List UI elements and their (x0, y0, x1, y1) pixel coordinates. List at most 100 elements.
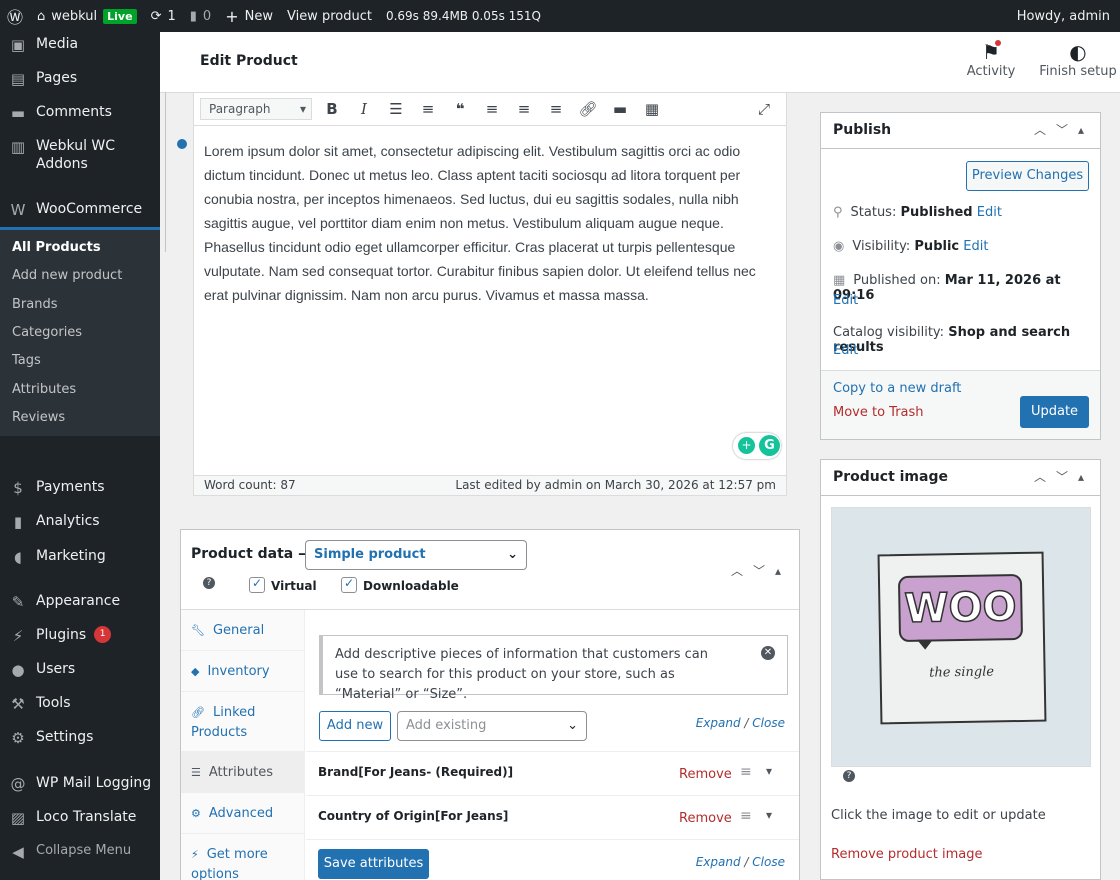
sidebar-item-analytics[interactable]: ▮ Analytics (0, 510, 160, 540)
tab-general[interactable]: 🔧︎ General (181, 610, 305, 651)
edit-catalog-link[interactable]: Edit (833, 343, 858, 358)
attributes-notice: Add descriptive pieces of information th… (319, 635, 788, 702)
bullet-list-icon[interactable]: ☰ (380, 100, 412, 118)
product-image[interactable]: WOO the single (831, 507, 1091, 767)
submenu-item-reviews[interactable]: Reviews (12, 410, 65, 425)
blockquote-icon[interactable]: ❝ (444, 100, 476, 118)
virtual-checkbox[interactable]: Virtual (249, 576, 317, 593)
woo-logo: WOO (897, 573, 1024, 643)
howdy-account[interactable]: Howdy, admin (1010, 0, 1120, 32)
sidebar-item-payments[interactable]: $ Payments (0, 476, 160, 506)
save-attributes-button[interactable]: Save attributes (318, 849, 429, 879)
product-type-select[interactable]: Simple product ⌄ (305, 540, 527, 570)
sidebar-item-wp-mail-logging[interactable]: @ WP Mail Logging (0, 772, 160, 802)
remove-attribute-link[interactable]: Remove (679, 811, 732, 826)
query-monitor[interactable]: 0.69s 89.4MB 0.05s 151Q (379, 0, 548, 32)
sidebar-item-settings[interactable]: ⚙ Settings (0, 726, 160, 756)
downloadable-checkbox[interactable]: Downloadable (341, 576, 459, 593)
edit-status-link[interactable]: Edit (977, 205, 1002, 220)
align-right-icon[interactable]: ≡ (540, 100, 572, 118)
comments-link[interactable]: ▮ 0 (183, 0, 218, 32)
toggle-arrow-icon[interactable]: ▾ (766, 764, 772, 778)
grammarly-widget[interactable]: + G (733, 433, 781, 459)
fullscreen-icon[interactable]: ⤢ (748, 100, 780, 118)
toolbar-toggle-icon[interactable]: ▦ (636, 100, 668, 118)
sidebar-item-plugins[interactable]: ⚡ Plugins 1 (0, 624, 160, 654)
activity-button[interactable]: ⚑ Activity (951, 40, 1031, 79)
format-select[interactable]: Paragraph (200, 98, 312, 120)
sidebar-item-woocommerce[interactable]: W WooCommerce (0, 198, 160, 228)
submenu-item-add-new-product[interactable]: Add new product (12, 268, 122, 283)
checkbox-icon (341, 576, 357, 593)
attribute-row[interactable]: Country of Origin[For Jeans] Remove ≡ ▾ (306, 796, 799, 840)
new-content-link[interactable]: + New (218, 0, 280, 32)
tab-inventory[interactable]: ◆ Inventory (181, 651, 305, 692)
box-controls-icon[interactable]: ︿﹀▴ (1034, 460, 1094, 495)
wordpress-logo-icon[interactable]: Ⓦ (0, 0, 30, 32)
tag-icon: ◆ (191, 665, 200, 678)
sidebar-item-pages[interactable]: ▤ Pages (0, 67, 160, 97)
close-link[interactable]: Close (752, 716, 785, 730)
update-button[interactable]: Update (1020, 396, 1089, 428)
box-controls-icon[interactable]: ︿﹀▴ (1034, 113, 1094, 148)
publish-box: Publish ︿﹀▴ Preview Changes ⚲ Status: Publ… (820, 112, 1101, 440)
box-controls-icon[interactable]: ︿﹀▴ (731, 562, 791, 579)
expand-link[interactable]: Expand (696, 716, 741, 730)
plug-icon: ⚡ (191, 848, 199, 861)
add-existing-select[interactable]: Add existing ⌄ (397, 711, 587, 741)
expand-link[interactable]: Expand (696, 855, 741, 869)
sidebar-item-comments[interactable]: ▬ Comments (0, 101, 160, 131)
attribute-name: Brand[For Jeans- (Required)] (318, 765, 514, 779)
sidebar-item-users[interactable]: ● Users (0, 658, 160, 688)
link-icon[interactable]: 🔗︎ (572, 100, 604, 118)
attribute-row[interactable]: Brand[For Jeans- (Required)] Remove ≡ ▾ (306, 752, 799, 796)
chevron-down-icon: ⌄ (507, 547, 518, 562)
help-icon[interactable]: ? (203, 577, 215, 589)
tab-linked-products[interactable]: 🔗︎ Linked Products (181, 692, 305, 752)
site-link[interactable]: ⌂ webkul Live (30, 0, 144, 32)
add-new-attribute-button[interactable]: Add new (319, 711, 391, 741)
read-more-icon[interactable]: ▬ (604, 100, 636, 118)
sidebar-item-marketing[interactable]: ◖ Marketing (0, 545, 160, 575)
submenu-item-tags[interactable]: Tags (12, 353, 41, 368)
preview-changes-button[interactable]: Preview Changes (966, 161, 1089, 191)
view-product-link[interactable]: View product (280, 0, 379, 32)
product-description-editor: Paragraph B I ☰ ≡ ❝ ≡ ≡ ≡ 🔗︎ ▬ ▦ ⤢ Lorem… (193, 92, 787, 496)
editor-content[interactable]: Lorem ipsum dolor sit amet, consectetur … (204, 139, 776, 307)
move-to-trash-link[interactable]: Move to Trash (833, 405, 924, 420)
toggle-arrow-icon[interactable]: ▾ (766, 808, 772, 822)
italic-icon[interactable]: I (348, 100, 380, 118)
submenu-item-categories[interactable]: Categories (12, 325, 82, 340)
sidebar-item-webkul-wc-addons[interactable]: ▥ Webkul WC Addons (0, 135, 160, 175)
drag-handle-icon[interactable]: ≡ (740, 764, 752, 780)
sidebar-item-appearance[interactable]: ✎ Appearance (0, 590, 160, 620)
drag-handle-icon[interactable]: ≡ (740, 808, 752, 824)
edit-visibility-link[interactable]: Edit (963, 239, 988, 254)
submenu-item-all-products[interactable]: All Products (12, 240, 101, 255)
sidebar-item-collapse-menu[interactable]: ◀ Collapse Menu (0, 840, 160, 870)
close-link[interactable]: Close (752, 855, 785, 869)
copy-draft-link[interactable]: Copy to a new draft (833, 381, 961, 396)
edit-date-link[interactable]: Edit (833, 293, 858, 308)
sidebar-item-loco-translate[interactable]: ▨ Loco Translate (0, 806, 160, 836)
align-center-icon[interactable]: ≡ (508, 100, 540, 118)
updates-link[interactable]: ⟳ 1 (144, 0, 183, 32)
finish-setup-button[interactable]: ◐ Finish setup (1032, 40, 1120, 79)
bold-icon[interactable]: B (316, 100, 348, 118)
tab-get-more-options[interactable]: ⚡ Get more options (181, 834, 305, 880)
sidebar-item-media[interactable]: ▣ Media (0, 33, 160, 63)
dismiss-icon[interactable]: ✕ (761, 646, 775, 660)
remove-image-link[interactable]: Remove product image (831, 847, 983, 862)
list-icon: ☰ (191, 766, 201, 779)
submenu-item-attributes[interactable]: Attributes (12, 382, 76, 397)
numbered-list-icon[interactable]: ≡ (412, 100, 444, 118)
submenu-item-brands[interactable]: Brands (12, 297, 58, 312)
remove-attribute-link[interactable]: Remove (679, 767, 732, 782)
help-icon[interactable]: ? (843, 770, 855, 782)
sidebar-item-tools[interactable]: ⚒ Tools (0, 692, 160, 722)
tab-advanced[interactable]: ⚙ Advanced (181, 793, 305, 834)
align-left-icon[interactable]: ≡ (476, 100, 508, 118)
page-header: Edit Product ⚑ Activity ◐ Finish setup (160, 32, 1120, 92)
tab-attributes[interactable]: ☰ Attributes (181, 752, 305, 793)
payments-icon: $ (13, 479, 23, 497)
